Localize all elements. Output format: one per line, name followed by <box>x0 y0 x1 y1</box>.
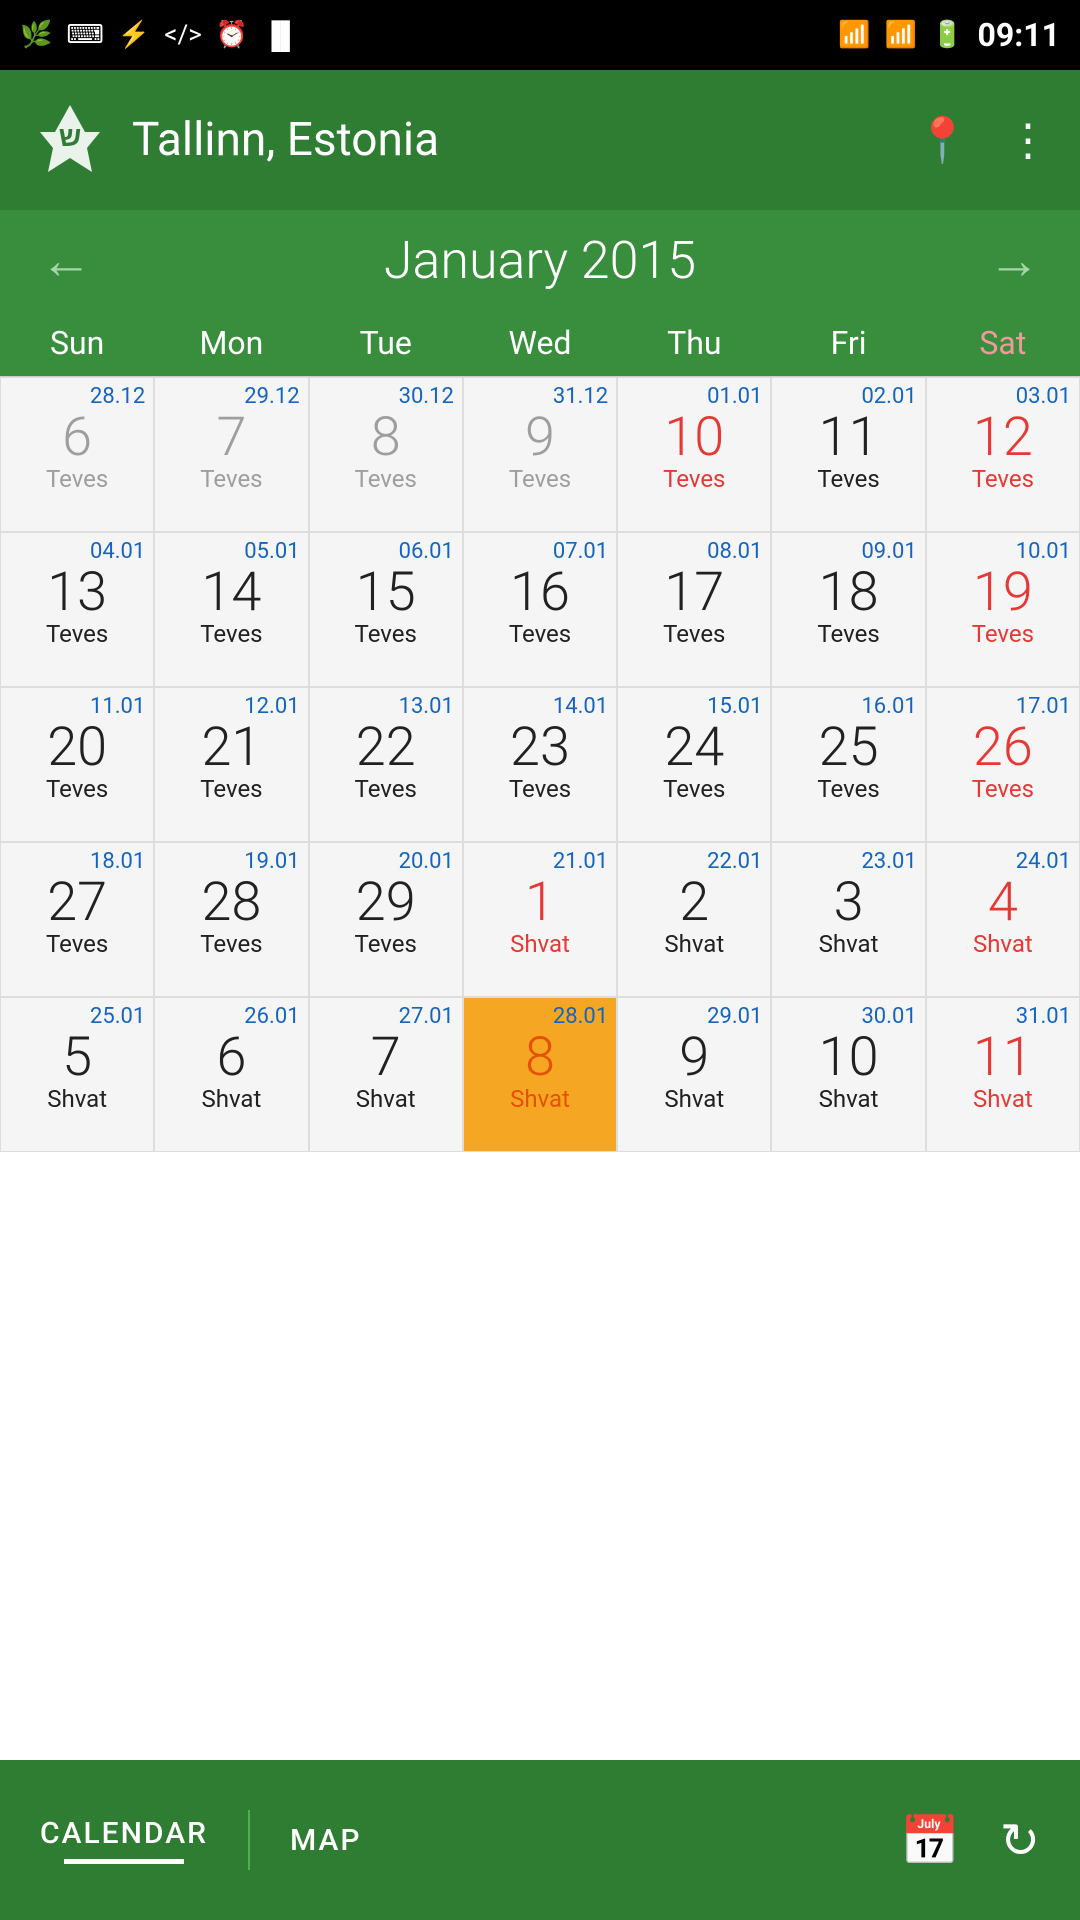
day-headers: Sun Mon Tue Wed Thu Fri Sat <box>0 310 1080 377</box>
table-row[interactable]: 14.0123Teves <box>463 687 617 842</box>
table-row[interactable]: 30.128Teves <box>309 377 463 532</box>
calendar-grid: 28.126Teves29.127Teves30.128Teves31.129T… <box>0 377 1080 1152</box>
leaf-icon: 🌿 <box>20 20 52 50</box>
clock-icon: ⏰ <box>216 20 248 50</box>
day-header-wed: Wed <box>463 310 617 376</box>
table-row[interactable]: 21.011Shvat <box>463 842 617 997</box>
calendar-today-icon[interactable]: 📅 <box>900 1812 960 1869</box>
table-row[interactable]: 22.012Shvat <box>617 842 771 997</box>
calendar-section: Sun Mon Tue Wed Thu Fri Sat 28.126Teves2… <box>0 310 1080 1152</box>
table-row[interactable]: 18.0127Teves <box>0 842 154 997</box>
table-row[interactable]: 15.0124Teves <box>617 687 771 842</box>
refresh-icon[interactable]: ↻ <box>1000 1812 1040 1869</box>
brackets-icon: </> <box>164 20 202 50</box>
status-time: 09:11 <box>978 16 1060 54</box>
table-row[interactable]: 16.0125Teves <box>771 687 925 842</box>
status-icons-left: 🌿 ⌨ ⚡ </> ⏰ ▐▌ <box>20 20 299 51</box>
table-row[interactable]: 20.0129Teves <box>309 842 463 997</box>
month-nav: ← January 2015 → <box>0 210 1080 310</box>
day-header-mon: Mon <box>154 310 308 376</box>
usb-icon: ⚡ <box>118 20 150 50</box>
app-logo-icon: ש <box>30 100 110 180</box>
table-row[interactable]: 30.0110Shvat <box>771 997 925 1152</box>
day-header-fri: Fri <box>771 310 925 376</box>
tab-map[interactable]: MAP <box>250 1823 402 1858</box>
app-title: Tallinn, Estonia <box>132 113 439 167</box>
next-month-button[interactable]: → <box>988 230 1040 291</box>
prev-month-button[interactable]: ← <box>40 230 92 291</box>
table-row[interactable]: 29.019Shvat <box>617 997 771 1152</box>
table-row[interactable]: 08.0117Teves <box>617 532 771 687</box>
day-header-sat: Sat <box>926 310 1080 376</box>
table-row[interactable]: 09.0118Teves <box>771 532 925 687</box>
table-row[interactable]: 24.014Shvat <box>926 842 1080 997</box>
wifi-icon: 📶 <box>838 20 870 50</box>
svg-text:ש: ש <box>59 120 82 153</box>
table-row[interactable]: 27.017Shvat <box>309 997 463 1152</box>
table-row[interactable]: 31.129Teves <box>463 377 617 532</box>
header-icons: 📍 ⋮ <box>915 114 1050 166</box>
table-row[interactable]: 07.0116Teves <box>463 532 617 687</box>
tab-map-label: MAP <box>290 1823 362 1858</box>
battery-icon: 🔋 <box>931 20 963 50</box>
day-header-tue: Tue <box>309 310 463 376</box>
table-row[interactable]: 19.0128Teves <box>154 842 308 997</box>
more-options-icon[interactable]: ⋮ <box>1006 114 1050 166</box>
bottom-bar: CALENDAR MAP 📅 ↻ <box>0 1760 1080 1920</box>
table-row[interactable]: 05.0114Teves <box>154 532 308 687</box>
table-row[interactable]: 13.0122Teves <box>309 687 463 842</box>
signal-icon: 📶 <box>885 20 917 50</box>
month-title: January 2015 <box>384 230 696 291</box>
location-icon[interactable]: 📍 <box>915 114 970 166</box>
table-row[interactable]: 12.0121Teves <box>154 687 308 842</box>
table-row[interactable]: 17.0126Teves <box>926 687 1080 842</box>
table-row[interactable]: 02.0111Teves <box>771 377 925 532</box>
bottom-actions: 📅 ↻ <box>900 1812 1080 1869</box>
table-row[interactable]: 03.0112Teves <box>926 377 1080 532</box>
app-header: ש Tallinn, Estonia 📍 ⋮ <box>0 70 1080 210</box>
table-row[interactable]: 23.013Shvat <box>771 842 925 997</box>
status-icons-right: 📶 📶 🔋 09:11 <box>838 16 1060 54</box>
tab-calendar[interactable]: CALENDAR <box>0 1816 248 1864</box>
table-row[interactable]: 01.0110Teves <box>617 377 771 532</box>
day-header-thu: Thu <box>617 310 771 376</box>
table-row[interactable]: 31.0111Shvat <box>926 997 1080 1152</box>
tab-calendar-label: CALENDAR <box>40 1816 208 1851</box>
bottom-tabs: CALENDAR MAP <box>0 1810 900 1870</box>
table-row[interactable]: 10.0119Teves <box>926 532 1080 687</box>
spacer <box>0 1152 1080 1542</box>
table-row[interactable]: 28.126Teves <box>0 377 154 532</box>
day-header-sun: Sun <box>0 310 154 376</box>
table-row[interactable]: 06.0115Teves <box>309 532 463 687</box>
table-row[interactable]: 28.018Shvat <box>463 997 617 1152</box>
barcode-icon: ▐▌ <box>262 20 299 51</box>
status-bar: 🌿 ⌨ ⚡ </> ⏰ ▐▌ 📶 📶 🔋 09:11 <box>0 0 1080 70</box>
table-row[interactable]: 26.016Shvat <box>154 997 308 1152</box>
table-row[interactable]: 04.0113Teves <box>0 532 154 687</box>
table-row[interactable]: 11.0120Teves <box>0 687 154 842</box>
table-row[interactable]: 29.127Teves <box>154 377 308 532</box>
table-row[interactable]: 25.015Shvat <box>0 997 154 1152</box>
tab-calendar-underline <box>64 1859 184 1864</box>
code-icon: ⌨ <box>66 20 104 50</box>
header-left: ש Tallinn, Estonia <box>30 100 439 180</box>
